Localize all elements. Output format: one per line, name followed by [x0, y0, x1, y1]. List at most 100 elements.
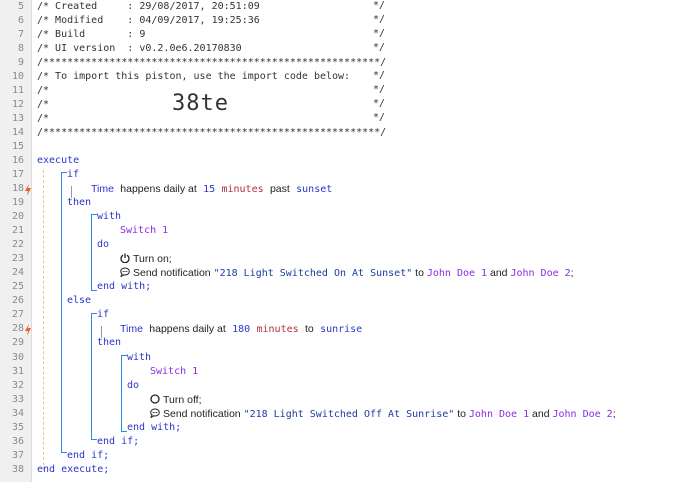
notify-message: "218 Light Switched On At Sunset"	[213, 268, 413, 279]
modified-comment: /* Modified : 04/09/2017, 19:25:36	[37, 15, 260, 26]
row-with-1: with	[0, 210, 690, 224]
row-notify-off: Send notification "218 Light Switched Of…	[0, 407, 690, 421]
row-blank-1: /* */	[0, 84, 690, 98]
comment-end: */	[373, 14, 386, 25]
end-if-keyword[interactable]: end if;	[97, 435, 139, 449]
row-modified: /* Modified : 04/09/2017, 19:25:36 */	[0, 14, 690, 28]
import-code[interactable]: 38te	[172, 91, 229, 116]
end-execute-keyword[interactable]: end execute;	[37, 463, 109, 477]
row-notify-on: Send notification "218 Light Switched On…	[0, 266, 690, 280]
row-with-2: with	[0, 351, 690, 365]
cond-subject: Time	[120, 323, 143, 335]
line-number: 15	[11, 141, 24, 152]
row-end-with-1: end with;	[0, 280, 690, 294]
action-turn-off[interactable]: Turn off;	[150, 393, 202, 407]
row-blank-3: /* */	[0, 112, 690, 126]
action-notify-off[interactable]: Send notification "218 Light Switched Of…	[150, 407, 616, 421]
cond-op: happens daily at	[149, 323, 226, 335]
build-comment: /* Build : 9	[37, 29, 146, 40]
row-condition-1: Time happens daily at 15 minutes past su…	[0, 182, 690, 196]
row-build: /* Build : 9 */	[0, 28, 690, 42]
execute-keyword[interactable]: execute	[37, 154, 79, 168]
row-then-2: then	[0, 336, 690, 350]
notify-user-2: John Doe 2	[552, 409, 613, 420]
end-if-keyword[interactable]: end if;	[67, 449, 109, 463]
created-comment: /* Created : 29/08/2017, 20:51:09	[37, 1, 260, 12]
stars-line: /***************************************…	[37, 127, 387, 138]
row-do-1: do	[0, 238, 690, 252]
do-keyword[interactable]: do	[127, 379, 139, 393]
row-if-1: if	[0, 168, 690, 182]
row-ui-version: /* UI version : v0.2.0e6.20170830 */	[0, 42, 690, 56]
notify-end: ;	[570, 267, 574, 279]
blank-comment: /*	[37, 99, 50, 110]
comment-end: */	[373, 42, 386, 53]
action-turn-off-label: Turn off;	[163, 394, 202, 406]
cond-subject: Time	[91, 183, 114, 195]
row-do-2: do	[0, 379, 690, 393]
lightning-bolt-icon	[25, 183, 31, 196]
code-editor: 5 6 7 8 9 10 11 12 13 14 15 16 17 18 19 20 21 22 23 24 25 26 2…	[0, 0, 690, 482]
device-switch-1[interactable]: Switch 1	[120, 224, 168, 238]
row-device-2: Switch 1	[0, 365, 690, 379]
with-keyword[interactable]: with	[127, 351, 151, 365]
row-device-1: Switch 1	[0, 224, 690, 238]
row-created: /* Created : 29/08/2017, 20:51:09 */	[0, 0, 690, 14]
end-with-keyword[interactable]: end with;	[127, 421, 181, 435]
comment-end: */	[373, 28, 386, 39]
comment-end: */	[373, 0, 386, 11]
condition-1[interactable]: Time happens daily at 15 minutes past su…	[91, 182, 332, 196]
comment-end: */	[373, 98, 386, 109]
row-turn-on: Turn on;	[0, 252, 690, 266]
notify-prefix: Send notification	[133, 267, 211, 279]
power-off-icon	[150, 394, 160, 404]
row-then-1: then	[0, 196, 690, 210]
with-keyword[interactable]: with	[97, 210, 121, 224]
cond-rel: to	[304, 323, 314, 335]
blank-comment: /*	[37, 85, 50, 96]
comment-end: */	[373, 112, 386, 123]
notify-and: and	[490, 267, 508, 279]
import-comment: /* To import this piston, use the import…	[37, 71, 351, 82]
row-else: else	[0, 294, 690, 308]
row-end-if-outer: end if;	[0, 449, 690, 463]
row-turn-off: Turn off;	[0, 393, 690, 407]
cond-rel: past	[269, 183, 290, 195]
action-notify-on[interactable]: Send notification "218 Light Switched On…	[120, 266, 574, 280]
condition-2[interactable]: Time happens daily at 180 minutes to sun…	[120, 322, 362, 336]
notify-prefix: Send notification	[163, 408, 241, 420]
action-turn-on[interactable]: Turn on;	[120, 252, 172, 266]
chat-bubble-icon	[150, 408, 160, 418]
cond-ref: sunset	[296, 184, 333, 195]
row-execute: execute	[0, 154, 690, 168]
comment-end: */	[373, 70, 386, 81]
notify-user-1: John Doe 1	[468, 409, 530, 420]
notify-user-2: John Doe 2	[510, 268, 571, 279]
action-turn-on-label: Turn on;	[133, 253, 172, 265]
comment-end: */	[373, 84, 386, 95]
then-keyword[interactable]: then	[67, 196, 91, 210]
cond-value: 180	[232, 324, 251, 335]
chat-bubble-icon	[120, 267, 130, 277]
notify-message: "218 Light Switched Off At Sunrise"	[243, 409, 455, 420]
cond-value: 15	[203, 184, 216, 195]
device-switch-1[interactable]: Switch 1	[150, 365, 198, 379]
notify-and: and	[532, 408, 550, 420]
notify-end: ;	[612, 408, 616, 420]
blank-comment: /*	[37, 113, 50, 124]
if-keyword[interactable]: if	[97, 308, 109, 322]
cond-unit: minutes	[221, 184, 264, 195]
cond-ref: sunrise	[320, 324, 363, 335]
notify-to: to	[457, 408, 466, 420]
else-keyword[interactable]: else	[67, 294, 91, 308]
row-if-2: if	[0, 308, 690, 322]
row-condition-2: Time happens daily at 180 minutes to sun…	[0, 322, 690, 336]
cond-op: happens daily at	[120, 183, 197, 195]
end-with-keyword[interactable]: end with;	[97, 280, 151, 294]
row-stars-top: /***************************************…	[0, 56, 690, 70]
if-keyword[interactable]: if	[67, 168, 79, 182]
do-keyword[interactable]: do	[97, 238, 109, 252]
then-keyword[interactable]: then	[97, 336, 121, 350]
row-end-execute: end execute;	[0, 463, 690, 477]
ui-version-comment: /* UI version : v0.2.0e6.20170830	[37, 43, 242, 54]
